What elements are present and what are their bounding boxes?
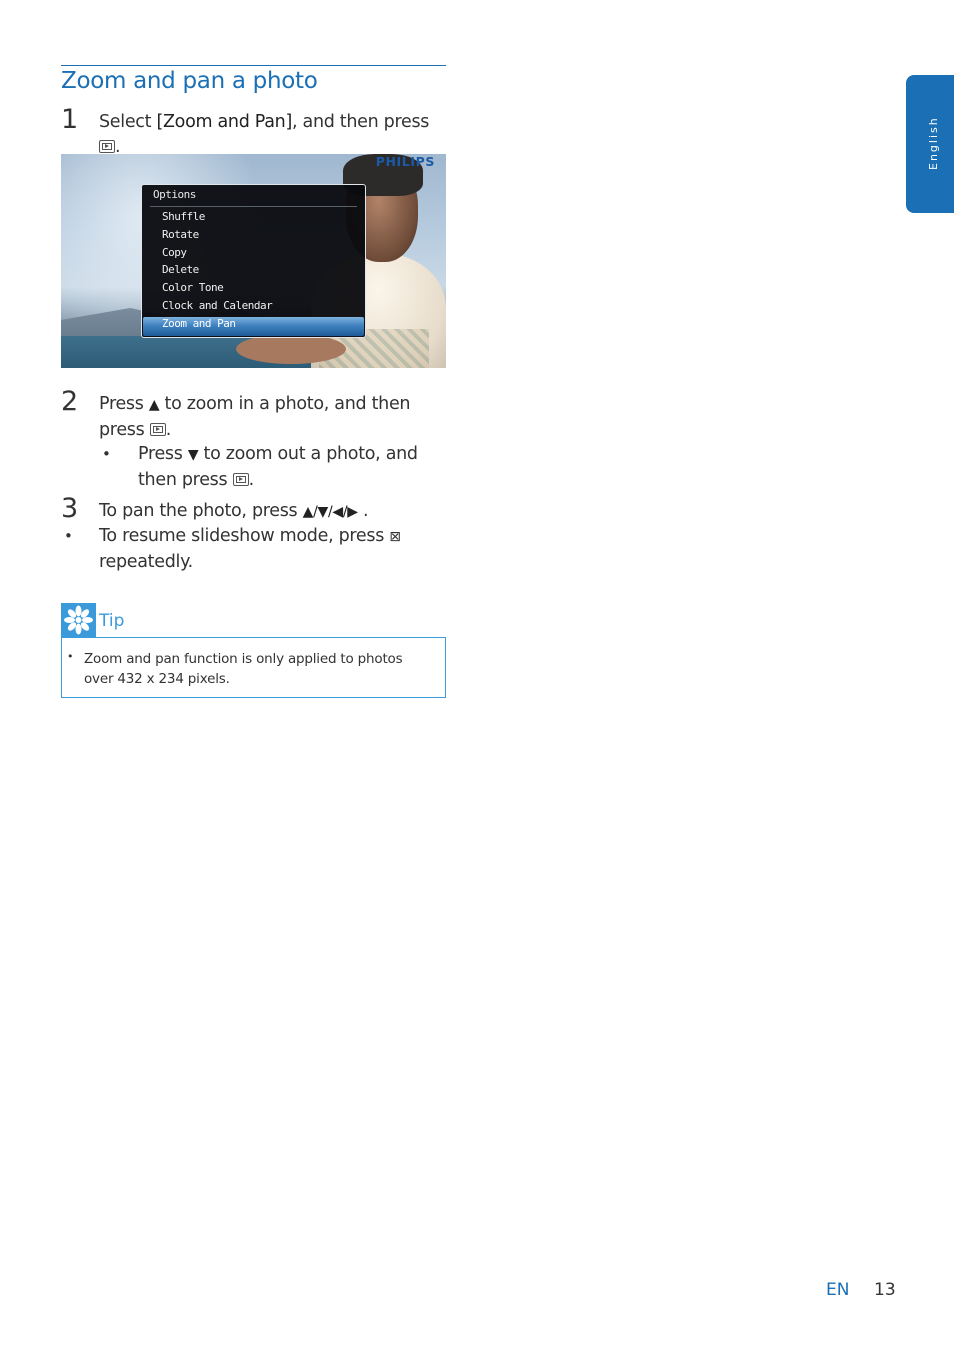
menu-item-shuffle: Shuffle: [162, 210, 205, 223]
play-key-icon: [232, 473, 249, 486]
footer-language: EN: [826, 1280, 850, 1300]
resume-bullet: To resume slideshow mode, press ⊠ repeat…: [99, 526, 401, 572]
step-2-sub-bullet: Press ▼ to zoom out a photo, and then pr…: [138, 444, 418, 490]
menu-item-delete: Delete: [162, 263, 199, 276]
bullet-dot: •: [102, 445, 111, 463]
heading-rule: [61, 65, 446, 66]
options-menu: Options Shuffle Rotate Copy Delete Color…: [141, 184, 366, 338]
device-screenshot: PHILIPS Options Shuffle Rotate Copy Dele…: [61, 154, 446, 368]
tip-box: • Zoom and pan function is only applied …: [61, 637, 446, 698]
section-heading: Zoom and pan a photo: [61, 68, 318, 94]
step-3-text: To pan the photo, press ▲/▼/◀/▶ .: [99, 501, 369, 521]
options-menu-title: Options: [153, 188, 196, 201]
step-2-text: Press ▲ to zoom in a photo, and then pre…: [99, 394, 411, 440]
play-key-icon: [99, 140, 115, 153]
bullet-dot: •: [67, 650, 74, 663]
tip-icon: [61, 603, 96, 637]
menu-item-rotate: Rotate: [162, 228, 199, 241]
menu-item-clock-calendar: Clock and Calendar: [162, 299, 273, 312]
menu-item-zoom-pan: Zoom and Pan: [162, 317, 236, 330]
step-2-number: 2: [61, 386, 79, 417]
menu-divider: [150, 206, 357, 207]
down-arrow-icon: ▼: [187, 447, 199, 463]
tip-label: Tip: [99, 611, 125, 631]
page-number: 13: [874, 1280, 896, 1300]
slideshow-icon: ⊠: [389, 529, 401, 545]
step-1-number: 1: [61, 104, 79, 135]
menu-item-color-tone: Color Tone: [162, 281, 224, 294]
play-key-icon: [149, 423, 166, 436]
up-arrow-icon: ▲: [148, 397, 160, 413]
philips-logo: PHILIPS: [375, 154, 435, 169]
direction-arrows-icon: ▲/▼/◀/▶: [302, 504, 358, 520]
language-tab-label: English: [927, 116, 940, 170]
step-1-text: Select [Zoom and Pan], and then press .: [99, 112, 430, 157]
tip-text: Zoom and pan function is only applied to…: [84, 651, 403, 687]
bullet-dot: •: [64, 527, 73, 545]
step-3-number: 3: [61, 493, 79, 524]
menu-item-copy: Copy: [162, 246, 187, 259]
